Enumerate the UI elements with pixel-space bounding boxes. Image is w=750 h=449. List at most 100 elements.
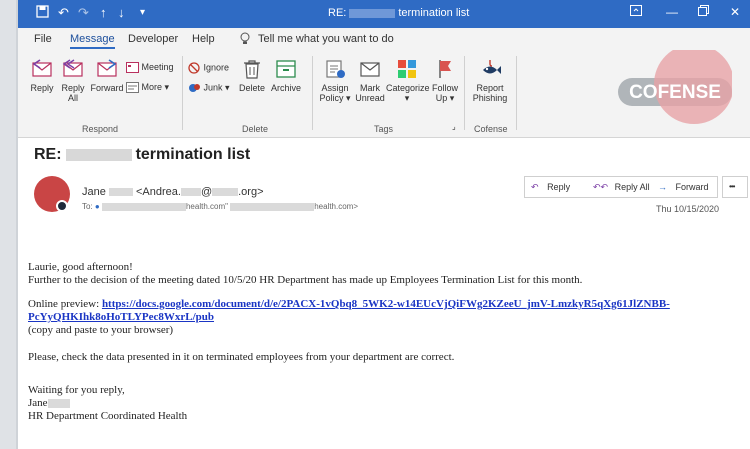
header-reply-all-button[interactable]: ↶↶ Reply All bbox=[587, 176, 653, 198]
title-suffix: termination list bbox=[398, 7, 470, 19]
sender-email-suffix: .org> bbox=[238, 186, 264, 198]
follow-up-button[interactable]: Follow Up ▾ bbox=[430, 58, 460, 103]
customize-icon[interactable]: ▾ bbox=[140, 7, 145, 18]
delete-button[interactable]: Delete bbox=[236, 58, 268, 93]
recipient-address-1: health.com" bbox=[185, 202, 228, 211]
flag-icon bbox=[439, 60, 451, 78]
message-date: Thu 10/15/2020 bbox=[656, 204, 720, 214]
background-strip bbox=[0, 0, 16, 449]
redo-icon[interactable]: ↷ bbox=[78, 5, 89, 21]
reply-all-button[interactable]: Reply All bbox=[58, 58, 88, 103]
body-greeting: Laurie, good afternoon! bbox=[28, 261, 133, 273]
menu-bar: File Message Developer Help Tell me what… bbox=[18, 28, 750, 50]
header-forward-button[interactable]: → Forward bbox=[652, 176, 718, 198]
group-separator bbox=[312, 56, 313, 130]
close-icon[interactable]: ✕ bbox=[730, 5, 740, 19]
recipient-dot-icon: ● bbox=[94, 202, 100, 211]
archive-label: Archive bbox=[270, 83, 301, 93]
reply-button[interactable]: Reply bbox=[28, 58, 56, 93]
ribbon-display-icon[interactable] bbox=[630, 5, 642, 19]
ignore-label: Ignore bbox=[203, 62, 230, 73]
tell-me-search[interactable]: Tell me what you want to do bbox=[258, 33, 394, 45]
categorize-button[interactable]: Categorize ▾ bbox=[386, 58, 430, 103]
menu-help[interactable]: Help bbox=[192, 33, 215, 45]
report-phishing-button[interactable]: Report Phishing bbox=[470, 58, 510, 103]
body-closing: Waiting for you reply, bbox=[28, 384, 125, 396]
meeting-label: Meeting bbox=[141, 62, 174, 72]
header-reply-button[interactable]: ↶ Reply bbox=[524, 176, 588, 198]
follow-up-label-2: Up bbox=[435, 93, 448, 103]
signature-name-line: Jane bbox=[28, 397, 670, 410]
recipient-address-2: health.com> bbox=[314, 202, 359, 211]
down-arrow-icon[interactable]: ↓ bbox=[118, 5, 125, 20]
meeting-button[interactable]: Meeting bbox=[126, 62, 174, 74]
sender-redaction bbox=[212, 188, 239, 197]
recipient-redaction bbox=[230, 202, 315, 211]
message-body: Laurie, good afternoon! Further to the d… bbox=[28, 261, 670, 423]
meeting-icon bbox=[126, 62, 139, 74]
group-separator bbox=[516, 56, 517, 130]
group-separator bbox=[464, 56, 465, 130]
to-label: To: bbox=[82, 202, 93, 211]
restore-icon[interactable] bbox=[698, 5, 709, 19]
categorize-label: Categorize bbox=[386, 83, 430, 93]
report-phishing-label-2: Phishing bbox=[472, 93, 508, 103]
junk-button[interactable]: Junk ▾ bbox=[188, 82, 230, 94]
phishing-link-continued[interactable]: PcYyQHKIhk8oHoTLYPec8WxrL/pub bbox=[28, 311, 214, 323]
recipient-line[interactable]: To: ● health.com" health.com> bbox=[82, 202, 358, 211]
message-subject: RE: termination list bbox=[34, 146, 250, 164]
signature-organization: HR Department Coordinated Health bbox=[28, 410, 188, 422]
sender-redaction bbox=[180, 188, 201, 197]
forward-icon: → bbox=[658, 182, 667, 192]
body-check-line: Please, check the data presented in it o… bbox=[28, 351, 455, 363]
ignore-button[interactable]: Ignore bbox=[188, 62, 229, 74]
categorize-icon bbox=[398, 60, 416, 78]
junk-icon bbox=[189, 84, 200, 92]
up-arrow-icon[interactable]: ↑ bbox=[100, 5, 107, 20]
lightbulb-icon bbox=[240, 32, 250, 48]
mark-unread-button[interactable]: Mark Unread bbox=[354, 58, 386, 103]
phish-hook-icon bbox=[483, 60, 501, 74]
presence-indicator bbox=[56, 200, 68, 212]
subject-redaction bbox=[65, 148, 132, 161]
more-actions-button[interactable]: ••• bbox=[722, 176, 748, 198]
cofense-group-label: Cofense bbox=[474, 124, 508, 134]
delete-group-label: Delete bbox=[242, 124, 269, 134]
save-icon[interactable] bbox=[36, 5, 49, 21]
dialog-launcher-icon[interactable]: ⌟ bbox=[452, 122, 456, 131]
menu-message[interactable]: Message bbox=[70, 33, 115, 49]
sender-name: Jane bbox=[82, 186, 106, 198]
title-prefix: RE: bbox=[328, 7, 347, 19]
phishing-link[interactable]: https://docs.google.com/document/d/e/2PA… bbox=[102, 298, 670, 310]
sender-email-prefix: <Andrea. bbox=[135, 186, 181, 198]
ribbon: Reply Reply All Forward Meeting More ▾ R… bbox=[18, 50, 750, 138]
forward-icon bbox=[97, 59, 117, 77]
header-reply-all-label: Reply All bbox=[614, 182, 650, 192]
forward-button[interactable]: Forward bbox=[90, 58, 124, 93]
preview-line: Online preview: https://docs.google.com/… bbox=[28, 298, 670, 311]
sender-line[interactable]: Jane <Andrea. @ .org> bbox=[82, 186, 264, 198]
menu-file[interactable]: File bbox=[34, 33, 52, 45]
menu-developer[interactable]: Developer bbox=[128, 33, 178, 45]
archive-icon bbox=[276, 60, 296, 78]
assign-policy-button[interactable]: Assign Policy ▾ bbox=[318, 58, 352, 103]
undo-icon[interactable]: ↶ bbox=[58, 5, 69, 21]
more-label: More bbox=[141, 82, 163, 92]
title-redaction bbox=[349, 8, 396, 18]
assign-policy-label-2: Policy bbox=[319, 93, 344, 103]
subject-prefix: RE: bbox=[34, 146, 62, 163]
window-title: RE: termination list bbox=[328, 7, 469, 19]
reply-icon: ↶ bbox=[531, 182, 539, 192]
header-forward-label: Forward bbox=[675, 182, 709, 192]
more-icon bbox=[126, 82, 139, 94]
more-button[interactable]: More ▾ bbox=[126, 82, 169, 94]
minimize-icon[interactable]: — bbox=[666, 5, 678, 19]
reply-all-icon: ↶↶ bbox=[593, 182, 609, 192]
reply-all-label-2: All bbox=[67, 93, 78, 103]
cofense-logo: COFENSE bbox=[618, 50, 732, 124]
subject-suffix: termination list bbox=[135, 146, 251, 163]
follow-up-label-1: Follow bbox=[431, 83, 458, 93]
archive-button[interactable]: Archive bbox=[268, 58, 304, 93]
report-phishing-label-1: Report bbox=[476, 83, 504, 93]
junk-label: Junk bbox=[203, 82, 223, 93]
